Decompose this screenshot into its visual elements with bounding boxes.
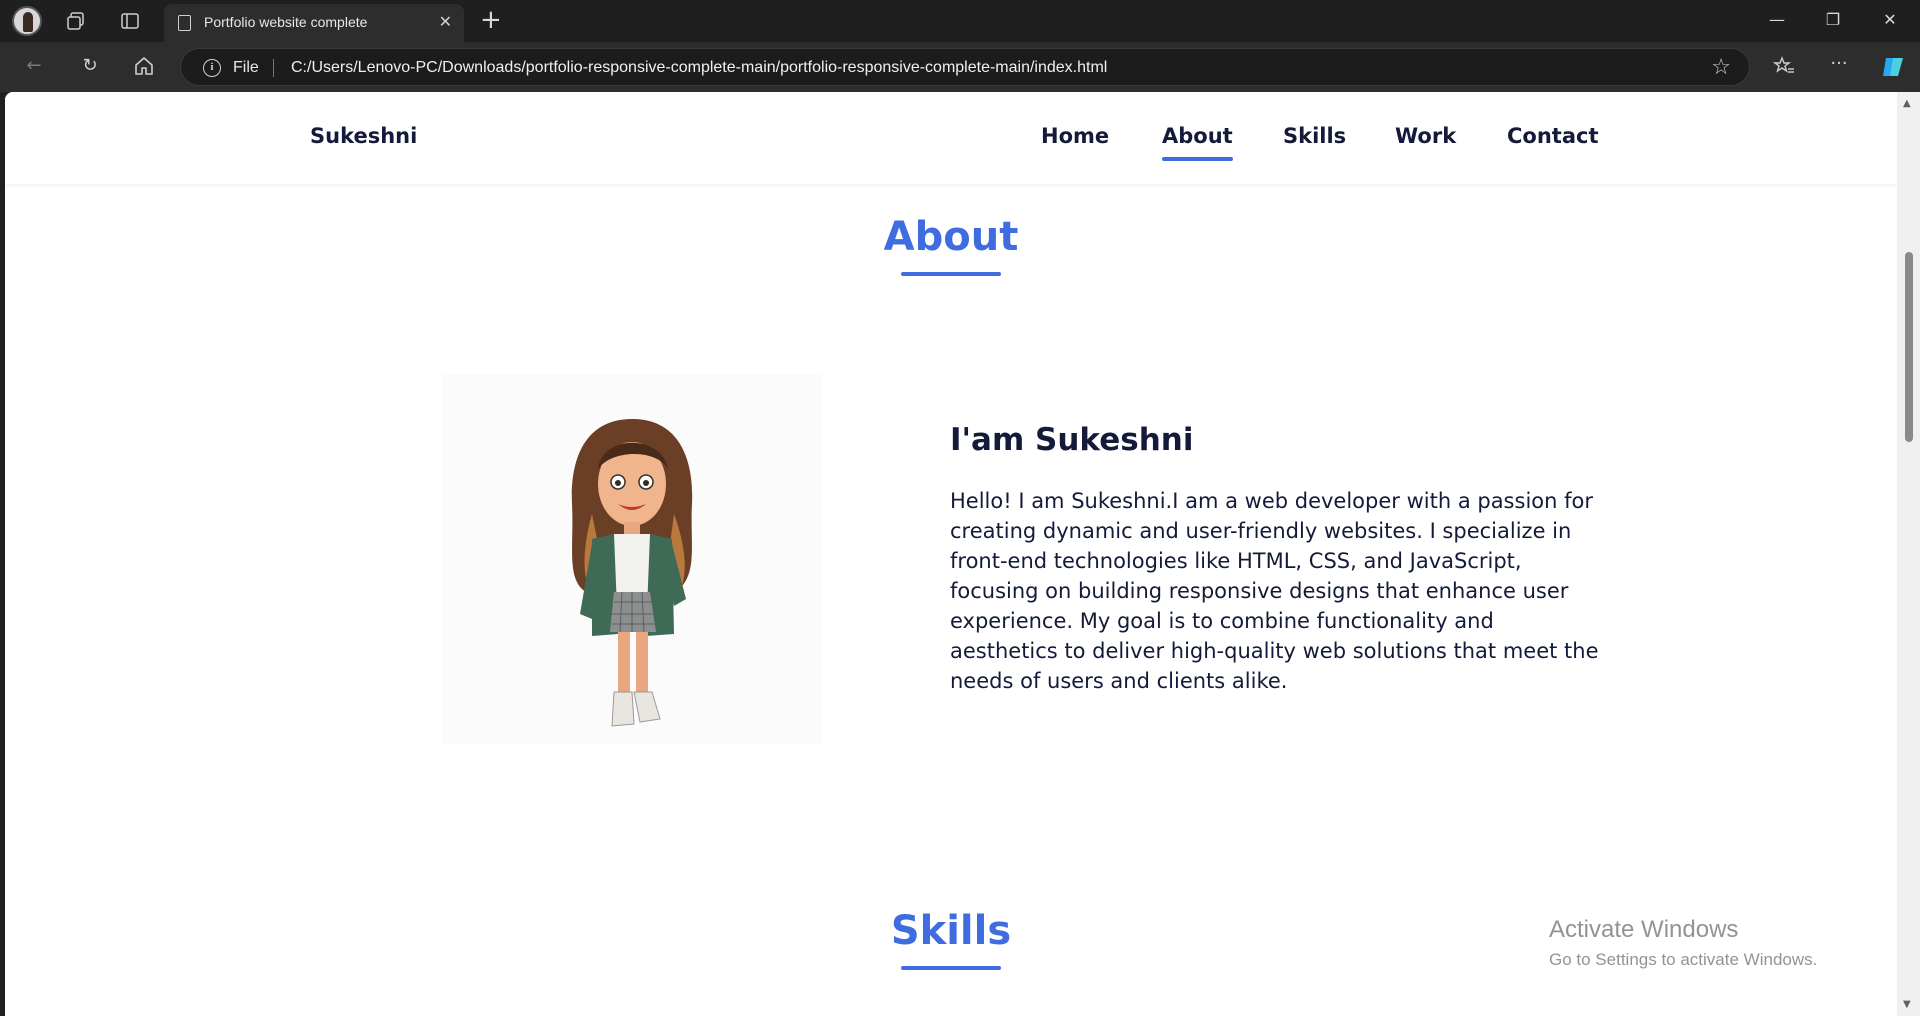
tab-title: Portfolio website complete <box>204 14 368 30</box>
refresh-icon[interactable]: ↻ <box>78 56 102 76</box>
scrollbar-thumb[interactable] <box>1905 252 1913 442</box>
profile-avatar[interactable] <box>12 6 42 36</box>
workspaces-icon[interactable] <box>64 11 88 36</box>
close-icon[interactable]: ✕ <box>439 12 452 31</box>
address-separator <box>273 59 274 77</box>
browser-tab-bar: Portfolio website complete ✕ + — ❐ ✕ <box>0 0 1920 42</box>
about-subtitle: I'am Sukeshni <box>950 422 1194 458</box>
activation-watermark-title: Activate Windows <box>1549 916 1739 943</box>
nav-about[interactable]: About <box>1162 124 1233 161</box>
tab-actions-icon[interactable] <box>118 11 142 36</box>
site-logo[interactable]: Sukeshni <box>310 124 417 148</box>
avatar-image <box>442 374 822 744</box>
page-icon <box>178 15 191 31</box>
about-description: Hello! I am Sukeshni.I am a web develope… <box>950 489 1599 693</box>
address-url[interactable]: C:/Users/Lenovo-PC/Downloads/portfolio-r… <box>291 59 1107 77</box>
info-icon[interactable]: i <box>203 59 221 77</box>
nav-work[interactable]: Work <box>1395 124 1456 148</box>
address-scheme-label: File <box>233 59 259 76</box>
page-scrollbar[interactable]: ▲ ▼ <box>1897 92 1920 1016</box>
nav-contact[interactable]: Contact <box>1507 124 1599 148</box>
minimize-icon[interactable]: — <box>1762 10 1792 29</box>
skills-title-underline <box>901 966 1001 970</box>
scroll-up-arrow-icon[interactable]: ▲ <box>1903 98 1911 109</box>
nav-skills[interactable]: Skills <box>1283 124 1346 148</box>
nav-home[interactable]: Home <box>1041 124 1109 148</box>
about-section-title: About <box>883 214 1019 260</box>
favorites-icon[interactable] <box>1772 55 1796 82</box>
more-icon[interactable]: ··· <box>1827 54 1851 74</box>
new-tab-button[interactable]: + <box>480 7 502 33</box>
site-header: Sukeshni Home About Skills Work Contact <box>5 92 1897 184</box>
scroll-down-arrow-icon[interactable]: ▼ <box>1903 999 1911 1010</box>
about-title-underline <box>901 272 1001 276</box>
browser-toolbar: ← ↻ i File C:/Users/Lenovo-PC/Downloads/… <box>0 42 1920 92</box>
favorite-star-icon[interactable]: ☆ <box>1711 55 1731 80</box>
home-icon[interactable] <box>132 55 156 82</box>
about-section-title-wrap: About <box>751 214 1151 276</box>
skills-section-title: Skills <box>890 908 1012 954</box>
window-close-icon[interactable]: ✕ <box>1875 10 1905 29</box>
active-tab[interactable]: Portfolio website complete ✕ <box>164 4 464 42</box>
restore-icon[interactable]: ❐ <box>1818 10 1848 29</box>
activation-watermark-subtitle: Go to Settings to activate Windows. <box>1549 950 1818 969</box>
copilot-icon[interactable] <box>1880 54 1904 85</box>
skills-section-title-wrap: Skills <box>751 908 1151 970</box>
page-viewport: Sukeshni Home About Skills Work Contact … <box>5 92 1897 1016</box>
back-icon[interactable]: ← <box>22 56 46 76</box>
address-bar[interactable]: i File C:/Users/Lenovo-PC/Downloads/port… <box>180 48 1750 86</box>
